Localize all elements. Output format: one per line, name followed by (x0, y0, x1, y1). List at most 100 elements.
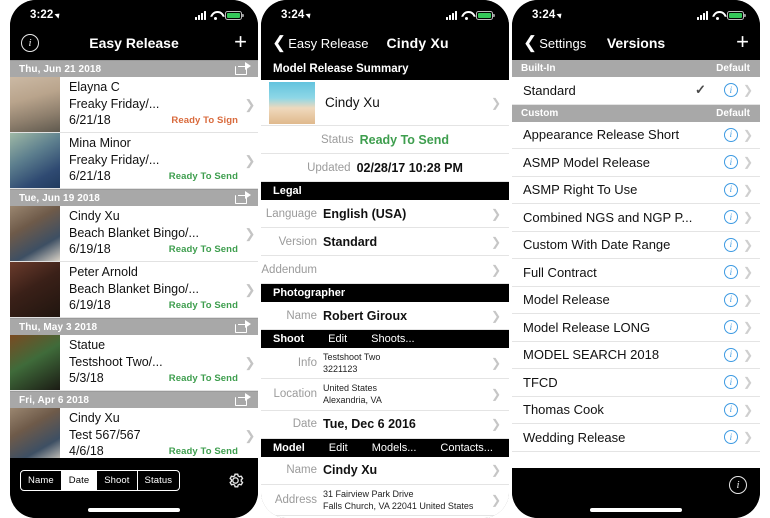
chevron-right-icon: ❯ (244, 427, 256, 443)
date-group-label: Thu, May 3 2018 (19, 321, 98, 333)
summary-list[interactable]: Cindy Xu ❯ Status Ready To Send Updated 02/28… (261, 80, 509, 518)
section-action-shoots[interactable]: Shoots... (371, 333, 414, 345)
battery-icon (476, 10, 495, 20)
share-icon[interactable] (235, 320, 251, 333)
location-arrow-icon (54, 11, 62, 19)
version-name: Model Release (523, 292, 610, 308)
versions-list[interactable]: Built-In Default Standard ✓ i ❯ Custom Default A… (512, 60, 760, 468)
info-icon[interactable]: i (723, 155, 738, 170)
release-row[interactable]: Peter Arnold Beach Blanket Bingo/... 6/19/… (10, 262, 258, 318)
detail-value: Testshoot Two 3221123 (323, 352, 381, 375)
model-name: Cindy Xu (325, 95, 380, 110)
location-arrow-icon (305, 11, 313, 19)
version-row[interactable]: ASMP Right To Use i ❯ (512, 176, 760, 204)
info-icon[interactable]: i (723, 210, 738, 225)
status-bar-indicators (195, 10, 244, 20)
section-action-models[interactable]: Models... (372, 442, 417, 454)
version-row[interactable]: Model Release LONG i ❯ (512, 314, 760, 342)
chevron-right-icon: ❯ (490, 417, 501, 432)
share-icon[interactable] (235, 191, 251, 204)
info-icon[interactable]: i (723, 292, 738, 307)
detail-row[interactable]: Info Testshoot Two 3221123 ❯ (261, 348, 509, 380)
back-button-label: Easy Release (288, 35, 369, 51)
version-row[interactable]: Thomas Cook i ❯ (512, 396, 760, 424)
version-row[interactable]: Combined NGS and NGP P... i ❯ (512, 204, 760, 232)
detail-row[interactable]: Date Tue, Dec 6 2016 ❯ (261, 410, 509, 439)
share-icon[interactable] (235, 393, 251, 406)
share-icon[interactable] (235, 62, 251, 75)
version-row[interactable]: Appearance Release Short i ❯ (512, 121, 760, 149)
info-icon[interactable]: i (723, 265, 738, 280)
info-icon[interactable]: i (723, 320, 738, 335)
version-row[interactable]: Standard ✓ i ❯ (512, 77, 760, 105)
chevron-right-icon: ❯ (742, 347, 753, 362)
model-hero-row[interactable]: Cindy Xu ❯ (261, 80, 509, 126)
info-icon[interactable]: i (723, 237, 738, 252)
add-release-button[interactable]: + (234, 31, 247, 53)
version-row[interactable]: ASMP Model Release i ❯ (512, 149, 760, 177)
section-action-edit[interactable]: Edit (328, 333, 347, 345)
detail-row[interactable]: Address 31 Fairview Park Drive Falls Chur… (261, 484, 509, 516)
battery-icon (727, 10, 746, 20)
add-version-button[interactable]: + (736, 31, 749, 53)
chevron-right-icon: ❯ (742, 430, 753, 445)
detail-row[interactable]: Addendum ❯ (261, 256, 509, 284)
release-row[interactable]: Cindy Xu Beach Blanket Bingo/... 6/19/18 Re… (10, 206, 258, 262)
sort-segment-name[interactable]: Name (21, 470, 62, 490)
detail-label: Info (297, 357, 317, 370)
version-name: Appearance Release Short (523, 127, 680, 143)
info-icon[interactable]: i (723, 347, 738, 362)
detail-value: Standard (323, 234, 378, 249)
detail-row[interactable]: Version Standard ❯ (261, 228, 509, 256)
info-icon[interactable]: i (723, 402, 738, 417)
detail-row[interactable]: Name Cindy Xu ❯ (261, 456, 509, 485)
release-row[interactable]: Cindy Xu Test 567/567 4/6/18 Ready To Send ❯ (10, 408, 258, 458)
version-row[interactable]: MODEL SEARCH 2018 i ❯ (512, 341, 760, 369)
sort-segmented-control[interactable]: Name Date Shoot Status (20, 469, 181, 491)
status-bar-time-group: 3:24 (532, 9, 564, 21)
summary-row: Status Ready To Send (261, 126, 509, 154)
chevron-right-icon: ❯ (742, 292, 753, 307)
info-icon[interactable]: i (723, 375, 738, 390)
release-list[interactable]: Thu, Jun 21 2018 Elayna C Freaky Friday/..… (10, 60, 258, 458)
status-bar: 3:24 (261, 0, 509, 26)
info-icon[interactable]: i (723, 430, 738, 445)
chevron-right-icon: ❯ (742, 402, 753, 417)
info-icon[interactable]: i (723, 83, 738, 98)
sort-segment-shoot[interactable]: Shoot (97, 470, 138, 490)
release-row[interactable]: Mina Minor Freaky Friday/... 6/21/18 Ready … (10, 133, 258, 189)
info-icon[interactable]: i (723, 127, 738, 142)
version-row[interactable]: Full Contract i ❯ (512, 259, 760, 287)
version-row[interactable]: Wedding Release i ❯ (512, 424, 760, 452)
section-action-contacts[interactable]: Contacts... (440, 442, 493, 454)
sort-segment-status[interactable]: Status (138, 471, 180, 490)
settings-button[interactable] (226, 471, 245, 490)
info-icon[interactable]: i (723, 182, 738, 197)
date-group-header: Thu, May 3 2018 (10, 318, 258, 335)
status-badge: Ready To Send (168, 373, 238, 385)
release-row[interactable]: Elayna C Freaky Friday/... 6/21/18 Ready To… (10, 77, 258, 133)
version-row[interactable]: Model Release i ❯ (512, 286, 760, 314)
release-date: 6/19/18 (69, 298, 111, 313)
info-button[interactable]: i (21, 34, 39, 52)
sort-segment-date[interactable]: Date (61, 470, 98, 490)
wifi-icon (712, 11, 723, 20)
status-bar-time-group: 3:24 (281, 9, 313, 21)
section-action-edit[interactable]: Edit (329, 442, 348, 454)
model-photo (269, 81, 315, 124)
page-title: Cindy Xu (386, 35, 449, 51)
versions-group-title: Built-In (521, 63, 556, 74)
back-button[interactable]: ❮ Easy Release (272, 34, 369, 51)
info-button[interactable]: i (729, 476, 747, 494)
section-title: Shoot (273, 333, 305, 345)
detail-row[interactable]: Language English (USA) ❯ (261, 200, 509, 228)
detail-row[interactable]: Location United States Alexandria, VA ❯ (261, 379, 509, 411)
detail-row[interactable]: Name Robert Giroux ❯ (261, 302, 509, 330)
detail-label: Name (286, 464, 317, 477)
back-button[interactable]: ❮ Settings (523, 34, 586, 51)
version-row[interactable]: Custom With Date Range i ❯ (512, 231, 760, 259)
version-row[interactable]: TFCD i ❯ (512, 369, 760, 397)
release-row[interactable]: Statue Testshoot Two/... 5/3/18 Ready To Se… (10, 335, 258, 391)
section-title: Legal (273, 185, 302, 197)
chevron-right-icon: ❯ (490, 234, 501, 249)
